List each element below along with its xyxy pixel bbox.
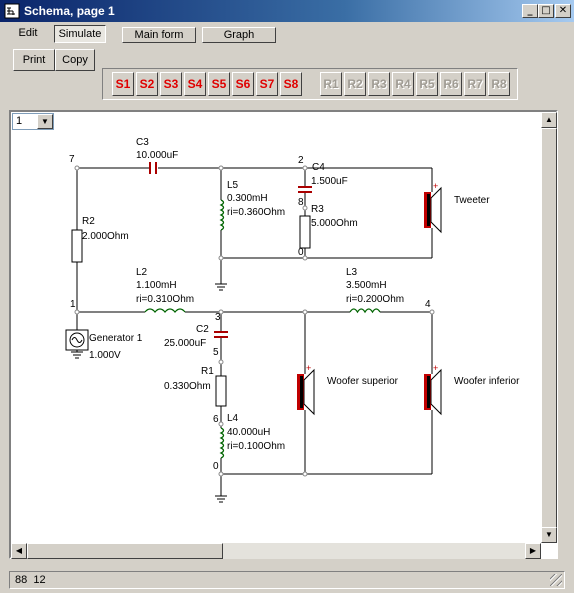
capacitor-c3[interactable] <box>149 162 157 174</box>
c3-value: 10.000uF <box>136 150 178 161</box>
woofer-superior-label: Woofer superior <box>327 376 399 387</box>
scroll-right-icon[interactable]: ▶ <box>525 543 541 559</box>
c3-name: C3 <box>136 137 149 148</box>
chevron-down-icon[interactable]: ▼ <box>37 114 53 129</box>
status-bar: 88 12 <box>9 571 565 589</box>
resistor-r2[interactable] <box>71 229 83 263</box>
capacitor-c2[interactable] <box>214 331 228 338</box>
svg-text:+: + <box>306 363 311 373</box>
r3-value: 5.000Ohm <box>311 218 358 229</box>
resize-grip-icon[interactable] <box>550 574 562 586</box>
c2-value: 25.000uF <box>164 338 206 349</box>
l4-value: 40.000uH <box>227 427 270 438</box>
resistor-r1[interactable] <box>215 375 227 407</box>
ground-icon <box>71 351 83 359</box>
inductor-l3[interactable] <box>349 308 381 314</box>
generator-name: Generator 1 <box>89 333 143 344</box>
l4-ri: ri=0.100Ohm <box>227 441 285 452</box>
l4-name: L4 <box>227 413 239 424</box>
schematic-drawing[interactable]: + + + 7 2 8 0 1 3 4 5 6 0 C3 10.000uF C4… <box>0 0 574 593</box>
capacitor-c4[interactable] <box>298 186 312 193</box>
page-select-value: 1 <box>16 115 23 127</box>
resistor-r3[interactable] <box>299 215 311 249</box>
r1-name: R1 <box>201 366 214 377</box>
page-select[interactable]: 1 ▼ <box>12 113 54 130</box>
node-label-0: 0 <box>298 247 304 258</box>
tweeter-label: Tweeter <box>454 195 490 206</box>
ground-icon <box>215 283 227 291</box>
l3-name: L3 <box>346 267 358 278</box>
node-label-8: 8 <box>298 197 304 208</box>
woofer-inferior-label: Woofer inferior <box>454 376 520 387</box>
l5-ri: ri=0.360Ohm <box>227 207 285 218</box>
cursor-coordinates: 88 12 <box>15 574 46 586</box>
node-label-4: 4 <box>425 299 431 310</box>
inductor-l5[interactable] <box>219 199 225 231</box>
node-label-7: 7 <box>69 154 75 165</box>
r3-name: R3 <box>311 204 324 215</box>
svg-text:+: + <box>433 181 438 191</box>
node-label-5: 5 <box>213 347 219 358</box>
r2-name: R2 <box>82 216 95 227</box>
l5-name: L5 <box>227 180 239 191</box>
c2-name: C2 <box>196 324 209 335</box>
l3-value: 3.500mH <box>346 280 387 291</box>
node-label-1: 1 <box>70 299 76 310</box>
horizontal-scrollbar[interactable]: ◀ ▶ <box>11 543 541 559</box>
svg-text:+: + <box>433 363 438 373</box>
woofer-inferior-speaker-icon[interactable]: + <box>424 363 442 416</box>
inductor-l4[interactable] <box>219 427 225 459</box>
inductor-l2[interactable] <box>144 308 186 314</box>
l2-name: L2 <box>136 267 148 278</box>
l3-ri: ri=0.200Ohm <box>346 294 404 305</box>
l2-ri: ri=0.310Ohm <box>136 294 194 305</box>
generator-value: 1.000V <box>89 350 121 361</box>
woofer-superior-speaker-icon[interactable]: + <box>297 363 315 416</box>
node-label-0: 0 <box>213 461 219 472</box>
c4-name: C4 <box>312 162 325 173</box>
scroll-up-icon[interactable]: ▲ <box>541 112 557 128</box>
node-label-3: 3 <box>215 312 221 323</box>
r2-value: 2.000Ohm <box>82 231 129 242</box>
ground-icon <box>215 495 227 503</box>
scroll-down-icon[interactable]: ▼ <box>541 527 557 543</box>
vertical-scroll-thumb[interactable] <box>541 128 557 538</box>
generator-icon[interactable] <box>65 329 89 351</box>
horizontal-scroll-thumb[interactable] <box>27 543 223 559</box>
node-label-2: 2 <box>298 155 304 166</box>
scroll-left-icon[interactable]: ◀ <box>11 543 27 559</box>
l5-value: 0.300mH <box>227 193 268 204</box>
vertical-scrollbar[interactable]: ▲ ▼ <box>541 112 557 543</box>
tweeter-speaker-icon[interactable]: + <box>424 181 442 234</box>
l2-value: 1.100mH <box>136 280 177 291</box>
c4-value: 1.500uF <box>311 176 348 187</box>
node-label-6: 6 <box>213 414 219 425</box>
r1-value: 0.330Ohm <box>164 381 211 392</box>
